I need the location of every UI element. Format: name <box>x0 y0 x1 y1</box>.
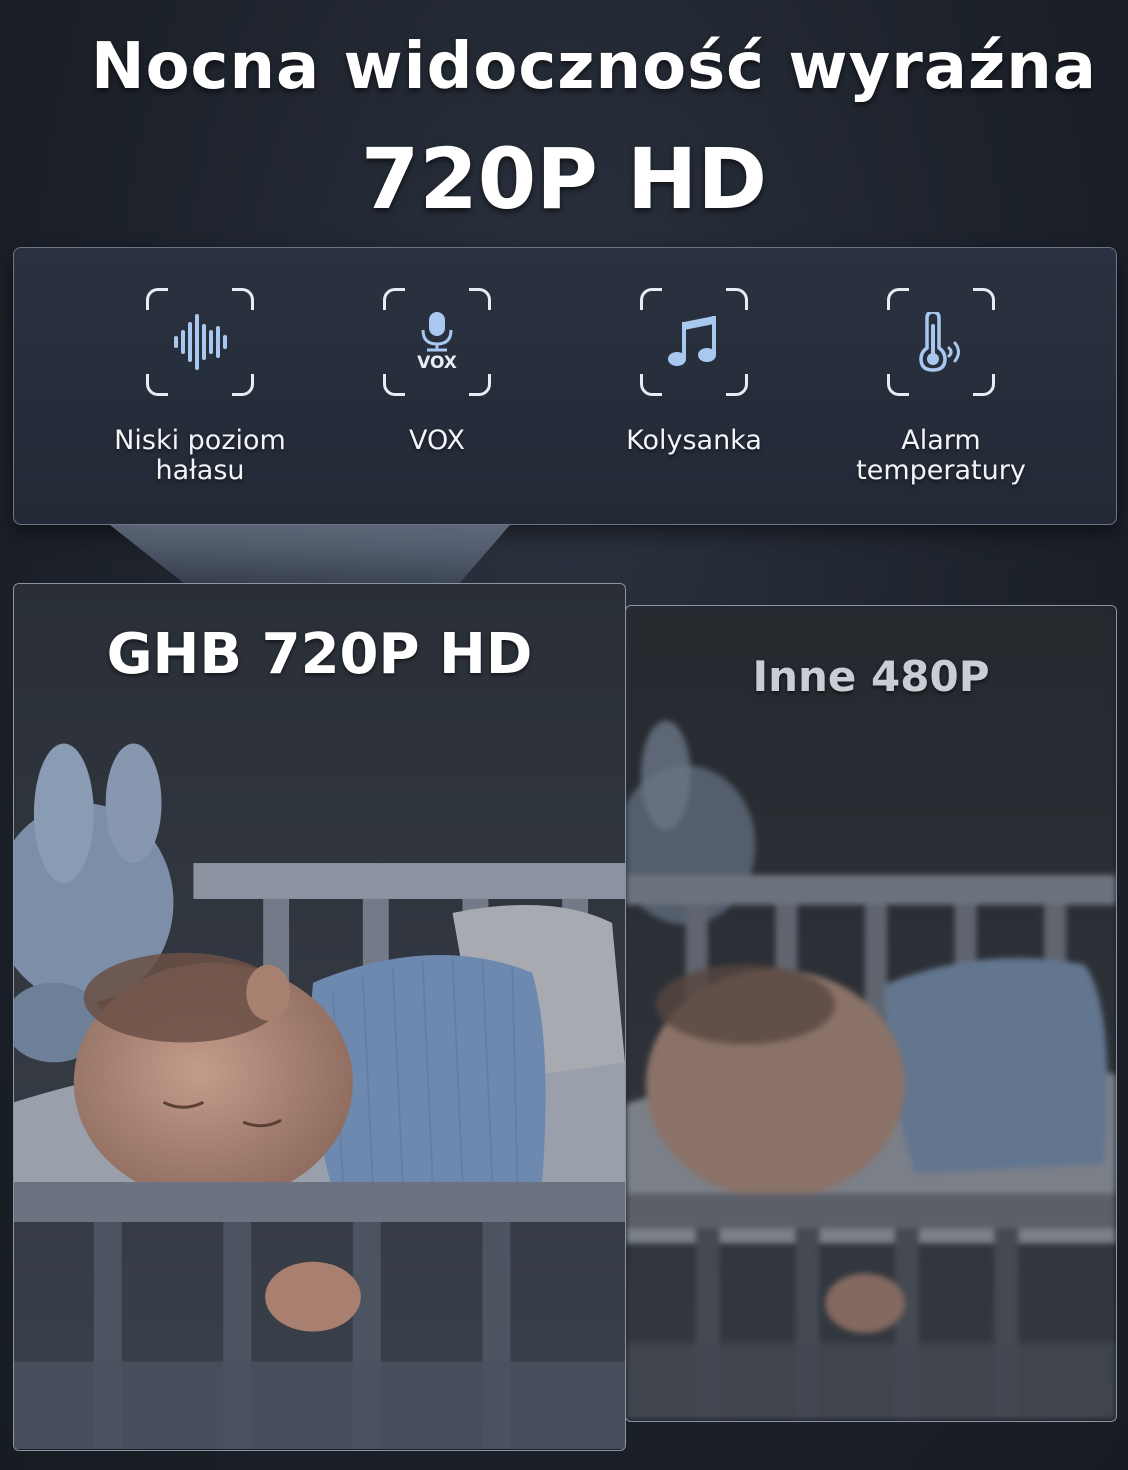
baby-crib-photo <box>626 606 1116 1420</box>
comparison-panel-720p: GHB 720P HD <box>13 583 626 1451</box>
vox-icon-text: VOX <box>417 353 457 372</box>
highlight-beam <box>110 525 510 585</box>
sound-wave-icon <box>174 314 227 370</box>
comparison-label-480p: Inne 480P <box>752 652 990 701</box>
feature-panel: Niski poziom hałasu VOX VOX Kolysanka Al… <box>13 247 1117 525</box>
feature-label: Kolysanka <box>626 425 762 456</box>
feature-label: VOX <box>408 425 466 456</box>
feature-vox: VOX VOX <box>317 288 557 456</box>
baby-crib-photo <box>14 584 625 1450</box>
feature-lullaby: Kolysanka <box>574 288 814 456</box>
page-subheadline: 720P HD <box>360 130 768 228</box>
feature-label: Alarm temperatury <box>856 425 1026 486</box>
feature-temperature-alarm: Alarm temperatury <box>821 288 1061 486</box>
feature-label: Niski poziom hałasu <box>114 425 286 486</box>
music-note-icon <box>668 316 716 366</box>
icon-frame <box>146 288 254 396</box>
feature-low-noise: Niski poziom hałasu <box>80 288 320 486</box>
vox-microphone-icon: VOX <box>417 312 457 372</box>
icon-frame <box>887 288 995 396</box>
page-headline: Nocna widoczność wyraźna <box>91 30 1097 104</box>
icon-frame <box>640 288 748 396</box>
icon-frame: VOX <box>383 288 491 396</box>
thermometer-icon <box>919 312 960 372</box>
comparison-panel-480p: Inne 480P <box>625 605 1117 1422</box>
comparison-label-720p: GHB 720P HD <box>106 622 533 687</box>
